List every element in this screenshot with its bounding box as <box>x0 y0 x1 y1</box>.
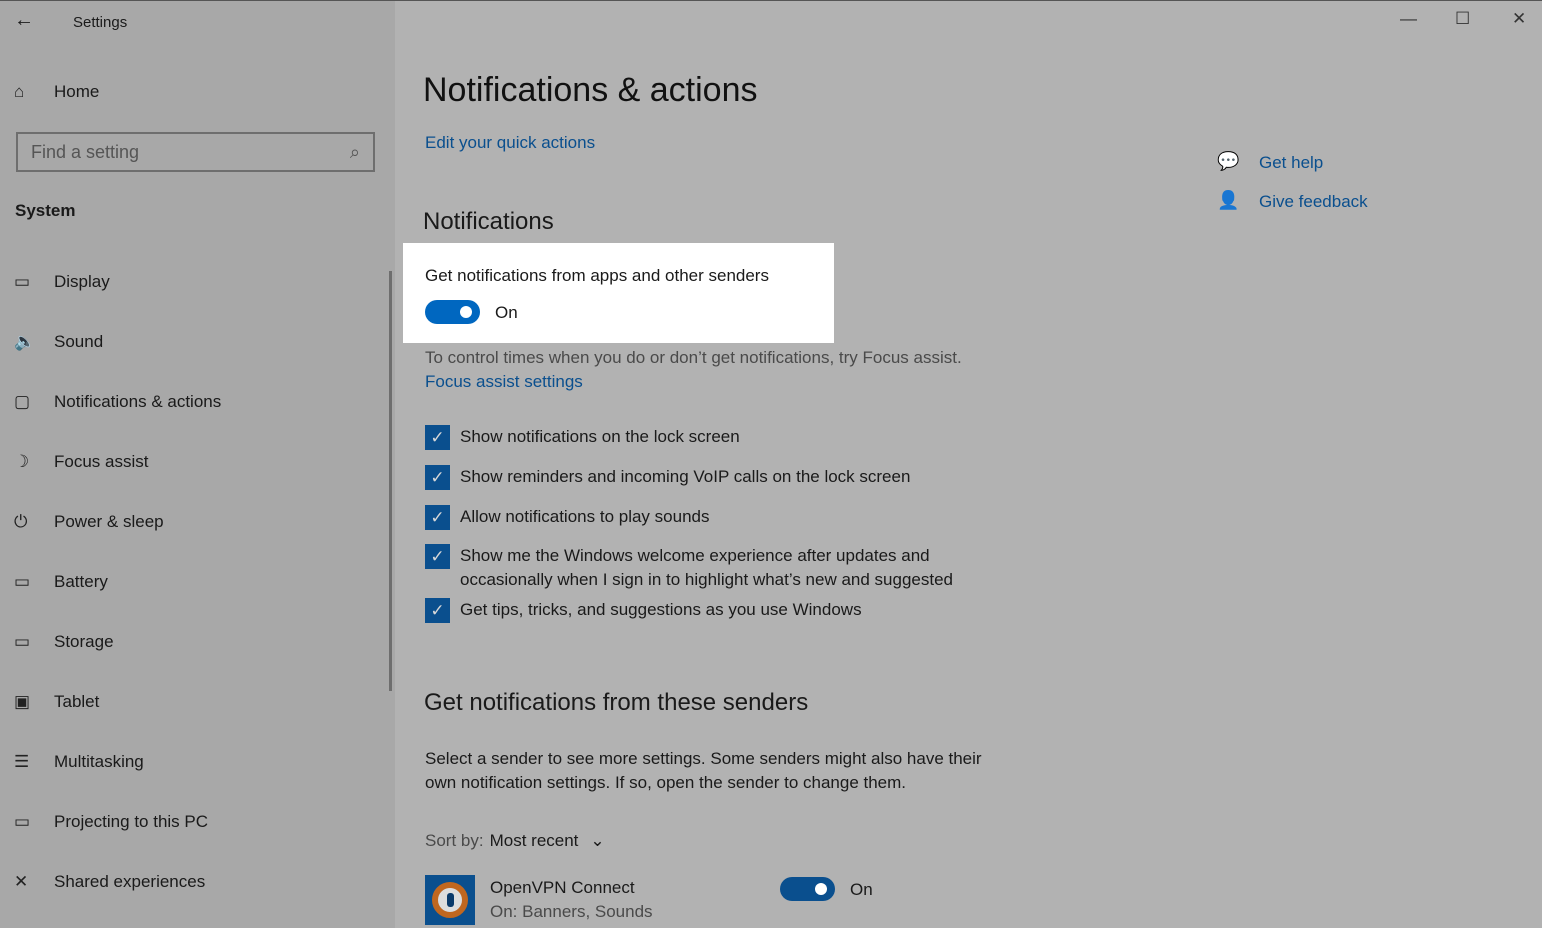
search-input[interactable]: Find a setting ⌕ <box>16 132 375 172</box>
projecting-icon: ▭ <box>14 812 31 831</box>
checkbox-item[interactable]: ✓ Allow notifications to play sounds <box>425 505 709 530</box>
checkbox-label: Show reminders and incoming VoIP calls o… <box>460 467 911 486</box>
senders-heading: Get notifications from these senders <box>424 689 809 716</box>
feedback-icon: 👤 <box>1217 190 1240 210</box>
checkbox-item[interactable]: ✓ Show me the Windows welcome experience … <box>425 544 985 592</box>
focus-assist-link[interactable]: Focus assist settings <box>425 372 583 392</box>
sidebar-item-focus-assist[interactable]: ☽ Focus assist <box>14 452 148 472</box>
checkbox-item[interactable]: ✓ Get tips, tricks, and suggestions as yo… <box>425 598 862 623</box>
checkbox-label: Show notifications on the lock screen <box>460 427 740 446</box>
home-icon: ⌂ <box>14 82 25 101</box>
sidebar-item-projecting-to-this-pc[interactable]: ▭ Projecting to this PC <box>14 812 208 832</box>
sidebar: ← Settings ⌂ Home Find a setting ⌕ System … <box>0 0 395 928</box>
sort-dropdown[interactable]: Sort by: Most recent ⌄ <box>425 831 605 851</box>
sidebar-item-multitasking[interactable]: ☰ Multitasking <box>14 752 144 772</box>
sidebar-item-label: Focus assist <box>54 452 149 471</box>
give-feedback-link[interactable]: Give feedback <box>1259 192 1368 212</box>
sender-toggle[interactable] <box>780 877 835 901</box>
sidebar-item-label: Power & sleep <box>54 512 164 531</box>
search-placeholder: Find a setting <box>31 142 140 162</box>
sidebar-item-label: Notifications & actions <box>54 392 222 411</box>
battery-icon: ▭ <box>14 572 31 591</box>
display-icon: ▭ <box>14 272 31 291</box>
sender-name[interactable]: OpenVPN Connect <box>490 878 635 898</box>
checkbox[interactable]: ✓ <box>425 598 450 623</box>
sidebar-item-tablet[interactable]: ▣ Tablet <box>14 692 99 712</box>
close-button[interactable]: ✕ <box>1512 9 1526 29</box>
sidebar-item-shared-experiences[interactable]: ✕ Shared experiences <box>14 872 205 892</box>
sidebar-item-display[interactable]: ▭ Display <box>14 272 110 292</box>
checkbox[interactable]: ✓ <box>425 505 450 530</box>
checkbox[interactable]: ✓ <box>425 544 450 569</box>
notifications-icon: ▢ <box>14 392 31 411</box>
back-button[interactable]: ← <box>14 9 34 32</box>
checkbox[interactable]: ✓ <box>425 425 450 450</box>
notifications-heading: Notifications <box>423 208 554 235</box>
sidebar-item-label: Battery <box>54 572 108 591</box>
page-title: Notifications & actions <box>423 71 758 109</box>
master-toggle-card: Get notifications from apps and other se… <box>403 243 834 343</box>
checkbox-label: Show me the Windows welcome experience a… <box>460 546 953 589</box>
tablet-icon: ▣ <box>14 692 31 711</box>
sidebar-item-label: Tablet <box>54 692 100 711</box>
home-label: Home <box>54 82 100 101</box>
edit-quick-actions-link[interactable]: Edit your quick actions <box>425 133 595 153</box>
sidebar-item-label: Display <box>54 272 110 291</box>
sidebar-item-label: Shared experiences <box>54 872 206 891</box>
sidebar-scrollbar[interactable] <box>389 271 392 691</box>
shared-icon: ✕ <box>14 872 29 891</box>
window-title: Settings <box>73 14 128 31</box>
senders-description: Select a sender to see more settings. So… <box>425 749 982 792</box>
sort-value: Most recent <box>489 831 579 850</box>
multitasking-icon: ☰ <box>14 752 30 771</box>
get-help-link[interactable]: Get help <box>1259 153 1323 173</box>
sidebar-item-sound[interactable]: 🔈 Sound <box>14 332 103 352</box>
openvpn-app-icon <box>425 875 475 925</box>
search-icon: ⌕ <box>349 142 360 162</box>
sidebar-home[interactable]: ⌂ Home <box>14 82 99 102</box>
sidebar-item-notifications-actions[interactable]: ▢ Notifications & actions <box>14 392 221 412</box>
sidebar-item-label: Sound <box>54 332 104 351</box>
checkbox-item[interactable]: ✓ Show notifications on the lock screen <box>425 425 740 450</box>
checkbox-item[interactable]: ✓ Show reminders and incoming VoIP calls … <box>425 465 910 490</box>
main-content: — ☐ ✕ Notifications & actions Edit your … <box>395 0 1542 928</box>
master-toggle[interactable] <box>425 300 480 324</box>
chevron-down-icon: ⌄ <box>590 831 605 850</box>
sidebar-item-label: Storage <box>54 632 114 651</box>
get-help-icon: 💬 <box>1217 151 1240 171</box>
storage-icon: ▭ <box>14 632 31 651</box>
sidebar-item-battery[interactable]: ▭ Battery <box>14 572 108 592</box>
checkbox[interactable]: ✓ <box>425 465 450 490</box>
power-icon: ⏻ <box>14 512 28 531</box>
sender-detail: On: Banners, Sounds <box>490 902 653 921</box>
sender-toggle-state: On <box>850 880 873 899</box>
focus-icon: ☽ <box>14 452 30 471</box>
checkbox-label: Get tips, tricks, and suggestions as you… <box>460 600 862 619</box>
master-toggle-state: On <box>495 303 518 322</box>
minimize-button[interactable]: — <box>1400 9 1417 29</box>
master-toggle-label: Get notifications from apps and other se… <box>425 266 769 285</box>
sidebar-item-label: Projecting to this PC <box>54 812 209 831</box>
sidebar-item-label: Multitasking <box>54 752 144 771</box>
sound-icon: 🔈 <box>14 332 36 351</box>
maximize-button[interactable]: ☐ <box>1455 9 1470 29</box>
sort-label: Sort by: <box>425 831 484 850</box>
focus-assist-text: To control times when you do or don’t ge… <box>425 348 962 367</box>
section-system: System <box>15 201 76 220</box>
sidebar-item-power-sleep[interactable]: ⏻ Power & sleep <box>14 512 164 532</box>
checkbox-label: Allow notifications to play sounds <box>460 507 710 526</box>
sidebar-item-storage[interactable]: ▭ Storage <box>14 632 114 652</box>
